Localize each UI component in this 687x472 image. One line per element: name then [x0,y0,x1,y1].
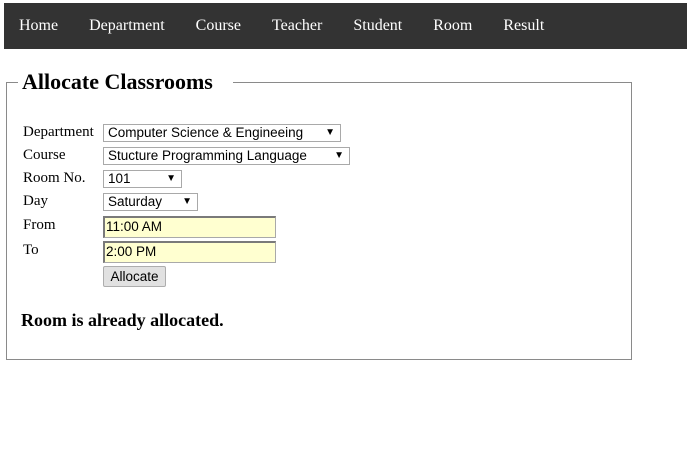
allocate-button[interactable]: Allocate [103,266,166,287]
dropdown-arrow-icon: ▼ [334,150,344,161]
dropdown-arrow-icon: ▼ [325,127,335,138]
department-select-value: Computer Science & Engineeing [108,125,304,140]
nav-item-teacher[interactable]: Teacher [256,17,337,35]
fieldset-border-right [233,82,632,83]
dropdown-arrow-icon: ▼ [166,173,176,184]
nav-item-course[interactable]: Course [180,17,256,35]
department-label: Department [23,124,94,140]
nav-item-student[interactable]: Student [338,17,418,35]
to-time-input[interactable]: 2:00 PM [103,241,276,263]
top-navbar: Home Department Course Teacher Student R… [4,3,687,49]
nav-item-department[interactable]: Department [74,17,181,35]
course-select[interactable]: Stucture Programming Language ▼ [103,147,350,165]
day-label: Day [23,193,48,209]
day-select-value: Saturday [108,194,163,209]
day-select[interactable]: Saturday ▼ [103,193,198,211]
nav-item-home[interactable]: Home [4,17,74,35]
department-select[interactable]: Computer Science & Engineeing ▼ [103,124,341,142]
fieldset-border-left [6,82,18,83]
room-select-value: 101 [108,171,131,186]
dropdown-arrow-icon: ▼ [182,196,192,207]
course-select-value: Stucture Programming Language [108,148,307,163]
nav-item-room[interactable]: Room [418,17,488,35]
nav-item-result[interactable]: Result [488,17,560,35]
status-message: Room is already allocated. [21,310,224,330]
from-label: From [23,217,56,233]
to-label: To [23,242,39,258]
form-title: Allocate Classrooms [22,69,213,94]
room-label: Room No. [23,170,86,186]
course-label: Course [23,147,66,163]
room-select[interactable]: 101 ▼ [103,170,182,188]
from-time-input[interactable]: 11:00 AM [103,216,276,238]
